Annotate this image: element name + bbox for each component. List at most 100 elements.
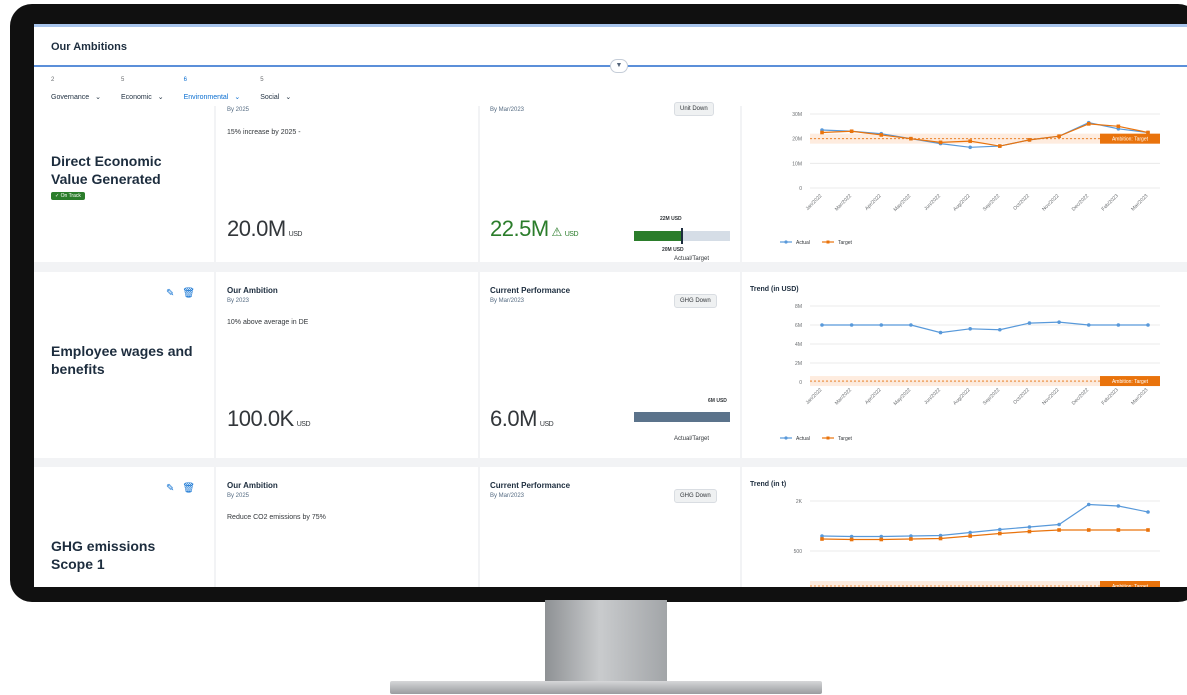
bar-caption: Actual/Target	[674, 436, 710, 442]
data-point-actual	[998, 327, 1002, 332]
monitor-bezel: Our Ambitions ▼ 2 Governance ⌄ 5 Economic…	[10, 4, 1187, 602]
warning-icon: ⚠	[548, 225, 562, 239]
data-point-target	[820, 130, 824, 135]
trend-chart: 8M 6M 4M 2M 0 Ambition: Target Jan/2022 Mar/202…	[780, 304, 1160, 442]
progress-fill	[634, 412, 730, 422]
ambition-value-unit: USD	[296, 421, 311, 428]
collapse-header-button[interactable]: ▼	[610, 59, 628, 73]
performance-value-unit: USD	[564, 231, 579, 238]
legend-target-marker	[826, 240, 830, 244]
kpi-title: GHG emissions Scope 1	[51, 538, 156, 572]
legend-target-marker	[826, 436, 830, 440]
edit-icon[interactable]: ✎	[166, 288, 174, 299]
tab-label: Economic	[121, 94, 152, 101]
bar-actual-label: 22M USD	[660, 216, 682, 222]
ambition-value-number: 100.0K	[227, 406, 294, 431]
x-tick-label: Mar/2022	[834, 193, 853, 212]
data-point-target	[909, 136, 913, 141]
y-tick-label: 20M	[792, 137, 802, 143]
edit-icon[interactable]: ✎	[166, 483, 174, 494]
delete-icon[interactable]: 🗑	[182, 288, 195, 299]
legend-actual-marker	[784, 240, 788, 244]
ambition-date: By 2025	[227, 493, 250, 499]
data-point-actual	[820, 323, 824, 327]
kpi-card-ghg-emissions: ✎ 🗑 GHG emissions Scope 1 Our Ambition By…	[34, 467, 1187, 587]
series-line-actual	[822, 321, 1148, 334]
x-tick-label: Sep/2022	[982, 193, 1002, 213]
data-point-actual	[849, 323, 854, 327]
x-tick-label: Jun/2022	[923, 193, 942, 212]
x-tick-label: Feb/2023	[1101, 387, 1120, 406]
data-point-target	[938, 140, 943, 145]
data-point-target	[1116, 528, 1121, 532]
tab-label: Social	[260, 94, 280, 101]
data-point-target	[938, 536, 943, 541]
bar-target-label: 20M USD	[662, 247, 684, 253]
data-point-actual	[1057, 522, 1061, 527]
data-point-actual	[1086, 323, 1091, 327]
column-divider	[478, 272, 480, 458]
delete-icon[interactable]: 🗑	[182, 483, 195, 494]
performance-value-number: 6.0M	[490, 406, 537, 431]
trend-title: Trend (in USD)	[750, 286, 799, 293]
x-tick-label: Aug/2022	[952, 387, 972, 407]
column-divider	[478, 467, 480, 587]
data-point-actual	[1116, 323, 1121, 327]
kpi-title: Employee wages and benefits	[51, 343, 193, 377]
data-point-actual	[1086, 502, 1091, 507]
performance-heading: Current Performance	[490, 286, 571, 295]
status-badge-label: On Track	[60, 193, 81, 199]
performance-value: 22.5M ⚠ USD	[490, 216, 579, 242]
ambition-date: By 2023	[227, 298, 250, 304]
performance-value-unit: USD	[539, 421, 554, 428]
data-point-actual	[968, 327, 972, 331]
ambition-value-number: 20.0M	[227, 216, 286, 241]
performance-date: By Mar/2023	[490, 493, 525, 499]
ambition-heading: Our Ambition	[227, 286, 278, 295]
data-point-target	[849, 537, 854, 542]
column-divider	[214, 272, 216, 458]
data-point-actual	[1027, 525, 1032, 529]
data-point-target	[1027, 529, 1032, 534]
x-tick-label: Feb/2023	[1101, 193, 1120, 212]
status-pill: GHG Down	[674, 294, 717, 308]
x-tick-label: Oct/2022	[1012, 193, 1031, 212]
y-tick-label: 8M	[795, 304, 802, 310]
x-tick-label: Dec/2022	[1071, 193, 1091, 213]
x-tick-label: Apr/2022	[864, 193, 883, 212]
data-point-actual	[968, 145, 972, 150]
status-pill: Unit Down	[674, 102, 714, 116]
x-tick-label: Apr/2022	[864, 387, 883, 406]
monitor-base	[390, 681, 822, 694]
trend-chart: 30M 20M 10M 0 Ambition: Target Jan/2022 Mar/20…	[780, 112, 1160, 246]
data-point-target	[1086, 528, 1091, 532]
data-point-target	[968, 139, 972, 143]
performance-date: By Mar/2023	[490, 298, 525, 304]
data-point-target	[879, 133, 884, 137]
y-tick-label: 0	[799, 186, 802, 192]
data-point-target	[909, 537, 913, 541]
progress-track	[634, 228, 730, 244]
data-point-actual	[1146, 510, 1150, 514]
status-pill: GHG Down	[674, 489, 717, 503]
progress-track	[634, 412, 730, 422]
y-tick-label: 0	[799, 380, 802, 386]
legend-actual-label: Actual	[796, 436, 810, 442]
tab-label: Governance	[51, 94, 90, 101]
chevron-down-icon: ⌄	[157, 94, 164, 101]
trend-title: Trend (in t)	[750, 481, 787, 488]
legend-actual-marker	[784, 436, 788, 440]
ambition-value: 20.0M USD	[227, 216, 302, 242]
monitor-stand	[545, 600, 667, 682]
legend-target-label: Target	[838, 436, 853, 442]
tab-count: 6	[183, 77, 187, 83]
trend-chart: 2K5000Ambition: Target	[794, 499, 1160, 587]
target-marker	[681, 228, 683, 244]
performance-heading: Current Performance	[490, 481, 571, 490]
progress-fill	[634, 231, 682, 241]
data-point-actual	[968, 530, 972, 535]
chevron-down-icon: ▼	[615, 62, 623, 69]
y-tick-label: 6M	[795, 323, 802, 329]
ambition-description: 15% increase by 2025 -	[227, 129, 301, 136]
tab-count: 5	[121, 77, 125, 83]
